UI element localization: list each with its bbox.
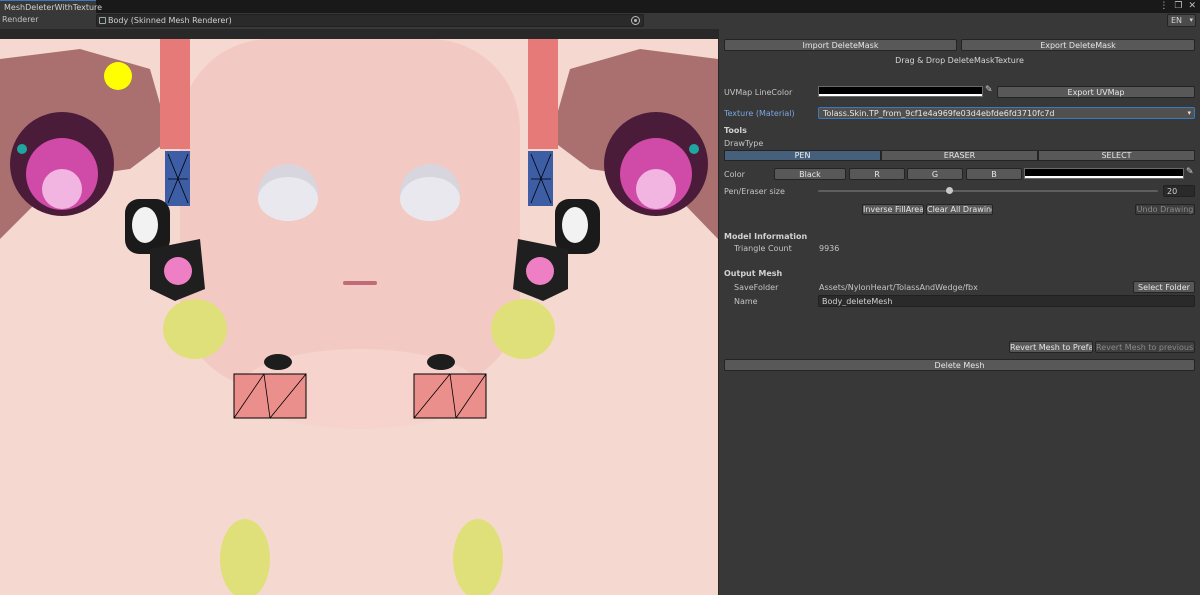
inverse-fillarea-button[interactable]: Inverse FillArea <box>862 204 924 215</box>
mesh-name-input[interactable]: Body_deleteMesh <box>818 295 1195 307</box>
drag-drop-area[interactable]: Drag & Drop DeleteMaskTexture <box>719 56 1200 65</box>
clear-all-drawing-button[interactable]: Clear All Drawing <box>926 204 993 215</box>
eyedropper-icon[interactable]: ✎ <box>1186 167 1194 177</box>
uv-line-color-label: UVMap LineColor <box>724 88 793 97</box>
skinned-mesh-icon <box>99 17 106 24</box>
revert-previous-button[interactable]: Revert Mesh to previously <box>1095 341 1195 353</box>
pen-color-field[interactable] <box>1024 168 1184 179</box>
drawtype-pen[interactable]: PEN <box>724 150 881 161</box>
close-icon[interactable]: ✕ <box>1188 1 1196 11</box>
texture-select[interactable]: Tolass.Skin.TP_from_9cf1e4a969fe03d4ebfd… <box>818 107 1195 119</box>
export-uv-button[interactable]: Export UVMap <box>997 86 1195 98</box>
more-options-icon[interactable]: ⋮ <box>1159 1 1168 11</box>
pen-cursor <box>104 62 132 90</box>
color-label: Color <box>724 170 745 179</box>
canvas-top-gap <box>0 29 719 39</box>
color-r-button[interactable]: R <box>849 168 905 180</box>
texture-value: Tolass.Skin.TP_from_9cf1e4a969fe03d4ebfd… <box>823 109 1055 118</box>
output-mesh-header: Output Mesh <box>724 269 783 278</box>
revert-prefab-button[interactable]: Revert Mesh to Prefab <box>1009 341 1093 353</box>
maximize-icon[interactable]: ❐ <box>1174 1 1182 11</box>
pen-size-slider-handle[interactable] <box>946 187 953 194</box>
drawtype-label: DrawType <box>724 139 764 148</box>
color-b-button[interactable]: B <box>966 168 1022 180</box>
pen-size-label: Pen/Eraser size <box>724 187 785 196</box>
model-info-header: Model Information <box>724 232 808 241</box>
save-folder-value: Assets/NylonHeart/TolassAndWedge/fbx <box>819 283 978 292</box>
chevron-down-icon: ▾ <box>1189 16 1193 24</box>
language-select[interactable]: EN ▾ <box>1167 14 1196 27</box>
object-picker-icon[interactable] <box>631 16 640 25</box>
renderer-label: Renderer <box>2 15 39 24</box>
mesh-name-label: Name <box>734 297 758 306</box>
uv-line-color-field[interactable] <box>818 86 983 97</box>
save-folder-label: SaveFolder <box>734 283 779 292</box>
pen-size-slider[interactable] <box>818 190 1158 192</box>
renderer-field[interactable]: Body (Skinned Mesh Renderer) <box>96 14 644 27</box>
undo-drawing-button[interactable]: Undo Drawing <box>1135 204 1195 215</box>
color-g-button[interactable]: G <box>907 168 963 180</box>
tools-header: Tools <box>724 126 747 135</box>
window-tab-bar: MeshDeleterWithTexture ⋮ ❐ ✕ <box>0 0 1200 13</box>
drawtype-eraser[interactable]: ERASER <box>881 150 1038 161</box>
import-mask-button[interactable]: Import DeleteMask <box>724 39 957 51</box>
eyedropper-icon[interactable]: ✎ <box>985 85 993 95</box>
settings-panel: Import DeleteMask Export DeleteMask Drag… <box>719 29 1200 595</box>
texture-canvas[interactable] <box>0 39 718 595</box>
select-folder-button[interactable]: Select Folder <box>1133 281 1195 293</box>
export-mask-button[interactable]: Export DeleteMask <box>961 39 1195 51</box>
window-tab[interactable]: MeshDeleterWithTexture <box>0 0 102 13</box>
window-controls: ⋮ ❐ ✕ <box>1159 1 1196 11</box>
texture-label: Texture (Material) <box>724 109 795 118</box>
triangle-count-label: Triangle Count <box>734 244 792 253</box>
triangle-count-value: 9936 <box>819 244 840 253</box>
delete-mesh-button[interactable]: Delete Mesh <box>724 359 1195 371</box>
texture-preview <box>0 39 718 595</box>
renderer-row: Renderer Body (Skinned Mesh Renderer) EN… <box>0 13 1200 29</box>
chevron-down-icon: ▾ <box>1187 109 1191 117</box>
color-black-button[interactable]: Black <box>774 168 846 180</box>
drawtype-select[interactable]: SELECT <box>1038 150 1195 161</box>
pen-size-input[interactable]: 20 <box>1163 185 1195 197</box>
language-value: EN <box>1171 16 1183 25</box>
renderer-value: Body (Skinned Mesh Renderer) <box>108 16 232 25</box>
